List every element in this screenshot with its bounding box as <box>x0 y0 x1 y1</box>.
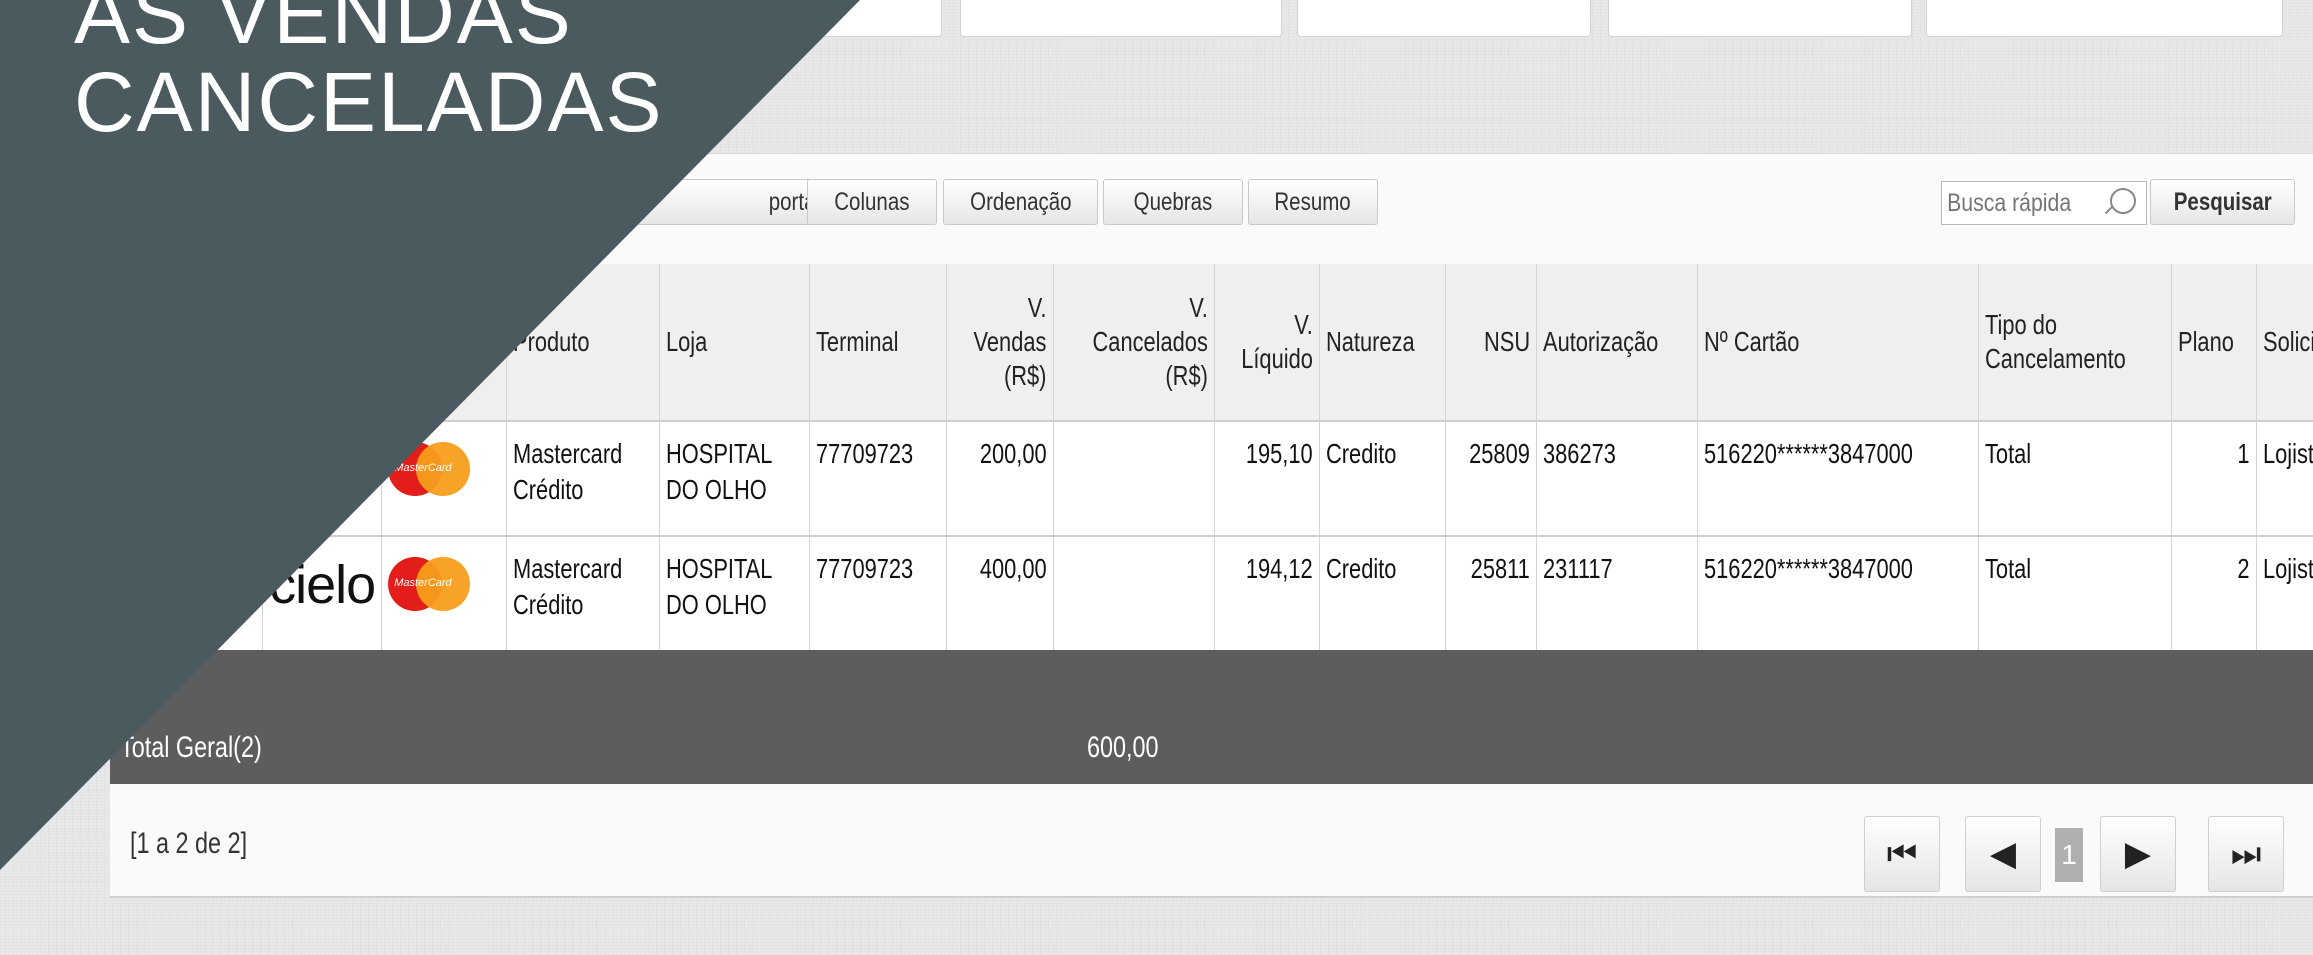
cell-loja: HOSPITAL DO OLHO <box>659 421 810 537</box>
cell-v-vendas: 200,00 <box>946 421 1054 537</box>
cell-terminal: 77709723 <box>809 536 948 652</box>
header-adquirente[interactable]: te <box>262 264 383 422</box>
last-page-icon: ⏭ <box>2230 834 2262 873</box>
header-tipo[interactable]: Tipo do Cancelamento <box>1978 264 2173 422</box>
pagination-info: [1 a 2 de 2] <box>130 827 248 860</box>
header-nsu[interactable]: NSU <box>1445 264 1537 422</box>
cell-terminal: 77709723 <box>809 421 948 537</box>
quick-search-field[interactable] <box>1941 181 2147 225</box>
search-icon[interactable] <box>2110 188 2136 214</box>
header-solicitante[interactable]: Solicitante <box>2256 264 2313 422</box>
cell-v-cancelados <box>1053 421 1215 537</box>
cell-adquirente: cielo <box>262 536 383 652</box>
header-natureza[interactable]: Natureza <box>1319 264 1447 422</box>
mastercard-icon: MasterCard <box>388 442 471 498</box>
report-toolbar: portação ▼ Colunas Ordenação Quebras Res… <box>110 154 2313 264</box>
cell-produto: Mastercard Crédito <box>506 536 661 652</box>
cell-bandeira: MasterCard <box>381 421 508 537</box>
cell-loja: HOSPITAL DO OLHO <box>659 536 810 652</box>
cell-cartao: 516220******3847000 <box>1697 536 1979 652</box>
header-terminal[interactable]: Terminal <box>809 264 948 422</box>
header-autorizacao[interactable]: Autorização <box>1536 264 1698 422</box>
header-bandeira[interactable]: Bandeira <box>381 264 508 422</box>
cielo-logo: cielo <box>269 555 376 615</box>
cell-autorizacao: 386273 <box>1536 421 1698 537</box>
quick-search-input[interactable] <box>1942 182 2085 224</box>
total-value: 600,00 <box>1087 731 1159 764</box>
report-panel: portação ▼ Colunas Ordenação Quebras Res… <box>110 153 2313 898</box>
header-loja[interactable]: Loja <box>659 264 810 422</box>
cell-nsu: 25811 <box>1445 536 1537 652</box>
title-banner-text: AS VENDAS CANCELADAS <box>74 0 664 146</box>
cell-natureza: Credito <box>1319 421 1447 537</box>
breaks-button[interactable]: Quebras <box>1103 179 1243 225</box>
summary-card <box>1297 0 1591 37</box>
search-button[interactable]: Pesquisar <box>2150 179 2295 225</box>
cell-date: 14/05/2019 <box>110 421 264 537</box>
first-page-icon: ⏮ <box>1886 834 1918 873</box>
cielo-logo: cielo <box>269 440 376 500</box>
cell-plano: 1 <box>2171 421 2257 537</box>
table-row[interactable]: 14/05/2019 cielo MasterCard Mastercard Cr… <box>110 421 2313 537</box>
chevron-right-icon: ▶ <box>2124 835 2152 873</box>
cell-date: 14/05/2019 <box>110 536 264 652</box>
columns-button[interactable]: Colunas <box>807 179 937 225</box>
canceled-sales-table: te Bandeira Produto Loja Terminal V. Ven… <box>110 264 2313 652</box>
cell-v-vendas: 400,00 <box>946 536 1054 652</box>
total-row: Total Geral(2) 600,00 <box>110 650 2313 784</box>
cell-adquirente: cielo <box>262 421 383 537</box>
chevron-left-icon: ◀ <box>1989 835 2017 873</box>
header-data[interactable] <box>110 264 264 422</box>
table-row[interactable]: 14/05/2019 cielo MasterCard Mastercard Cr… <box>110 536 2313 652</box>
title-line-1: AS VENDAS <box>74 0 573 61</box>
mastercard-icon: MasterCard <box>388 557 471 613</box>
cell-nsu: 25809 <box>1445 421 1537 537</box>
cell-tipo: Total <box>1978 421 2173 537</box>
first-page-button[interactable]: ⏮ <box>1864 816 1940 892</box>
header-plano[interactable]: Plano <box>2171 264 2257 422</box>
current-page-indicator[interactable]: 1 <box>2055 828 2083 882</box>
cell-tipo: Total <box>1978 536 2173 652</box>
cell-v-cancelados <box>1053 536 1215 652</box>
previous-page-button[interactable]: ◀ <box>1965 816 2041 892</box>
cell-solicitante: Lojista <box>2256 536 2313 652</box>
table-header-row: te Bandeira Produto Loja Terminal V. Ven… <box>110 264 2313 422</box>
cell-solicitante: Lojista <box>2256 421 2313 537</box>
pagination-bar: [1 a 2 de 2] ⏮ ◀ 1 ▶ ⏭ <box>110 784 2313 898</box>
next-page-button[interactable]: ▶ <box>2100 816 2176 892</box>
header-produto[interactable]: Produto <box>506 264 661 422</box>
total-label: Total Geral(2) <box>120 731 262 764</box>
summary-card <box>1608 0 1912 37</box>
cell-plano: 2 <box>2171 536 2257 652</box>
cell-produto: Mastercard Crédito <box>506 421 661 537</box>
header-v-cancelados[interactable]: V. Cancelados (R$) <box>1053 264 1215 422</box>
header-v-liquido[interactable]: V. Líquido <box>1214 264 1320 422</box>
header-v-vendas[interactable]: V. Vendas (R$) <box>946 264 1054 422</box>
title-line-2: CANCELADAS <box>74 55 664 149</box>
cell-autorizacao: 231117 <box>1536 536 1698 652</box>
order-button[interactable]: Ordenação <box>943 179 1098 225</box>
cell-natureza: Credito <box>1319 536 1447 652</box>
last-page-button[interactable]: ⏭ <box>2208 816 2284 892</box>
cell-v-liquido: 195,10 <box>1214 421 1320 537</box>
header-cartao[interactable]: Nº Cartão <box>1697 264 1979 422</box>
summary-card <box>700 0 942 37</box>
summary-button[interactable]: Resumo <box>1248 179 1378 225</box>
cell-cartao: 516220******3847000 <box>1697 421 1979 537</box>
summary-card <box>960 0 1282 37</box>
summary-card <box>1926 0 2283 37</box>
cell-bandeira: MasterCard <box>381 536 508 652</box>
cell-v-liquido: 194,12 <box>1214 536 1320 652</box>
